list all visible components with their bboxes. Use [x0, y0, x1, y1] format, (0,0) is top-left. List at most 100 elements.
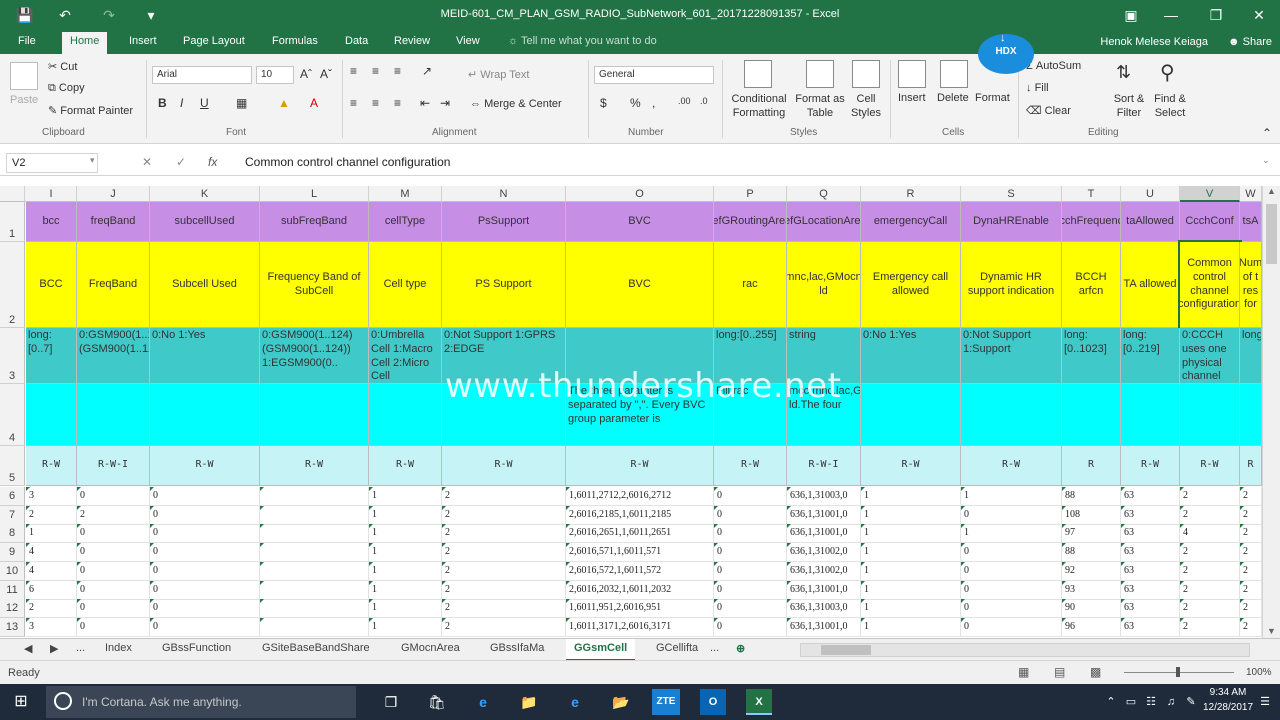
data-cell[interactable]: 0	[150, 487, 260, 506]
sort-filter-icon[interactable]: ⇅	[1116, 62, 1131, 83]
sheet-tab-gcellifta[interactable]: GCellifta	[656, 642, 698, 654]
data-cell[interactable]: 0	[77, 562, 150, 581]
header-cell-r1[interactable]: emergencyCall	[861, 202, 961, 242]
data-cell[interactable]: 63	[1121, 506, 1180, 525]
data-cell[interactable]: 1	[861, 543, 961, 562]
header-cell-j5[interactable]: R-W-I	[77, 446, 150, 486]
horizontal-scrollbar[interactable]	[800, 643, 1250, 657]
data-cell[interactable]: 97	[1062, 524, 1121, 543]
align-bottom-icon[interactable]: ≡	[394, 64, 401, 78]
cut-button[interactable]: ✂ Cut	[48, 60, 77, 73]
data-cell[interactable]: 1	[369, 562, 442, 581]
data-cell[interactable]: 1	[369, 599, 442, 618]
data-cell[interactable]: 2	[1240, 618, 1262, 637]
header-cell-v1[interactable]: CcchConf	[1180, 202, 1240, 242]
scroll-down-icon[interactable]: ▼	[1267, 626, 1276, 636]
find-select-button[interactable]: Find & Select	[1148, 92, 1192, 120]
column-header-v[interactable]: V	[1180, 186, 1240, 202]
data-cell[interactable]: 93	[1062, 581, 1121, 600]
data-cell[interactable]: 0	[714, 506, 787, 525]
row-header-12[interactable]: 12	[0, 599, 25, 618]
data-cell[interactable]: 0	[714, 618, 787, 637]
data-cell[interactable]: 88	[1062, 487, 1121, 506]
header-cell-r5[interactable]: R-W	[861, 446, 961, 486]
data-cell[interactable]: 1	[961, 487, 1062, 506]
header-cell-q5[interactable]: R-W-I	[787, 446, 861, 486]
data-cell[interactable]: 2,6016,571,1,6011,571	[566, 543, 714, 562]
new-sheet-icon[interactable]: ⊕	[736, 642, 745, 655]
store-icon[interactable]: 🛍	[424, 689, 450, 715]
orientation-icon[interactable]: ↗	[422, 64, 432, 78]
paste-icon[interactable]	[10, 62, 38, 90]
wrap-text-button[interactable]: ↵ Wrap Text	[468, 68, 529, 81]
scroll-up-icon[interactable]: ▲	[1267, 186, 1276, 196]
data-cell[interactable]: 4	[26, 562, 77, 581]
data-cell[interactable]: 63	[1121, 543, 1180, 562]
increase-decimal-icon[interactable]: .00	[678, 96, 691, 106]
font-size-combo[interactable]: 10	[256, 66, 294, 84]
header-cell-k1[interactable]: subcellUsed	[150, 202, 260, 242]
copy-button[interactable]: ⧉ Copy	[48, 82, 85, 95]
data-cell[interactable]: 636,1,31002,0	[787, 543, 861, 562]
sheet-nav-next-icon[interactable]: ▶	[50, 642, 58, 655]
name-box-dropdown-icon[interactable]: ▾	[90, 155, 95, 166]
column-header-k[interactable]: K	[150, 186, 260, 202]
data-cell[interactable]: 0	[77, 543, 150, 562]
format-as-table-icon[interactable]	[806, 60, 834, 88]
vertical-scrollbar[interactable]: ▲ ▼	[1262, 186, 1280, 638]
column-header-q[interactable]: Q	[787, 186, 861, 202]
header-cell-t4[interactable]	[1062, 384, 1121, 446]
expand-formula-icon[interactable]: ⌄	[1262, 155, 1270, 166]
data-cell[interactable]: 3	[26, 618, 77, 637]
header-cell-n2[interactable]: PS Support	[442, 242, 566, 328]
data-cell[interactable]: 2	[1240, 506, 1262, 525]
header-cell-s5[interactable]: R-W	[961, 446, 1062, 486]
cortana-search[interactable]: I'm Cortana. Ask me anything.	[46, 686, 356, 718]
header-cell-o1[interactable]: BVC	[566, 202, 714, 242]
data-cell[interactable]: 92	[1062, 562, 1121, 581]
clock-time[interactable]: 9:34 AM	[1206, 687, 1250, 698]
hdx-badge[interactable]: ↓ HDX	[978, 32, 1034, 74]
header-cell-j4[interactable]	[77, 384, 150, 446]
insert-cells-icon[interactable]	[898, 60, 926, 88]
data-cell[interactable]: 636,1,31003,0	[787, 487, 861, 506]
header-cell-o5[interactable]: R-W	[566, 446, 714, 486]
excel-taskbar-icon[interactable]: X	[746, 689, 772, 715]
data-cell[interactable]: 0	[77, 524, 150, 543]
header-cell-q2[interactable]: mcc,mnc,lac,GMocnArea ld	[787, 242, 861, 328]
column-header-t[interactable]: T	[1062, 186, 1121, 202]
data-cell[interactable]	[260, 543, 369, 562]
header-cell-r4[interactable]	[861, 384, 961, 446]
header-cell-i2[interactable]: BCC	[26, 242, 77, 328]
header-cell-s4[interactable]	[961, 384, 1062, 446]
insert-function-icon[interactable]: fx	[208, 155, 217, 169]
header-cell-l5[interactable]: R-W	[260, 446, 369, 486]
column-header-i[interactable]: I	[26, 186, 77, 202]
magnifier-icon[interactable]: ⚲	[1160, 60, 1175, 85]
data-cell[interactable]: 90	[1062, 599, 1121, 618]
clock-date[interactable]: 12/28/2017	[1202, 702, 1254, 713]
share-button[interactable]: ☻ Share	[1228, 36, 1272, 48]
header-cell-p5[interactable]: R-W	[714, 446, 787, 486]
header-cell-o2[interactable]: BVC	[566, 242, 714, 328]
data-cell[interactable]: 2	[1180, 487, 1240, 506]
page-layout-view-icon[interactable]: ▤	[1054, 665, 1065, 679]
decrease-decimal-icon[interactable]: .0	[700, 96, 708, 106]
data-cell[interactable]: 63	[1121, 524, 1180, 543]
data-cell[interactable]: 2	[1240, 524, 1262, 543]
data-cell[interactable]: 1	[861, 562, 961, 581]
tab-data[interactable]: Data	[345, 35, 368, 47]
header-cell-u2[interactable]: TA allowed	[1121, 242, 1180, 328]
column-header-m[interactable]: M	[369, 186, 442, 202]
comma-icon[interactable]: ,	[652, 96, 655, 110]
header-cell-s1[interactable]: DynaHREnable	[961, 202, 1062, 242]
task-view-icon[interactable]: ❐	[378, 689, 404, 715]
header-cell-j2[interactable]: FreqBand	[77, 242, 150, 328]
header-cell-i3[interactable]: long:[0..7]	[26, 328, 77, 384]
data-cell[interactable]: 1	[861, 618, 961, 637]
insert-cells-button[interactable]: Insert	[898, 92, 926, 104]
row-header-3[interactable]: 3	[0, 328, 25, 384]
data-cell[interactable]: 636,1,31001,0	[787, 581, 861, 600]
tab-page-layout[interactable]: Page Layout	[183, 35, 245, 47]
data-cell[interactable]: 0	[150, 581, 260, 600]
